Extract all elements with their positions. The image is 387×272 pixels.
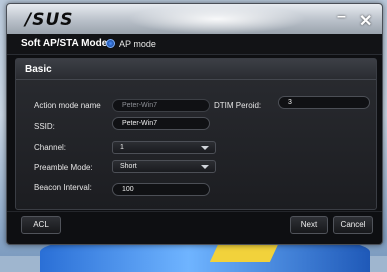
action-mode-label: Action mode name bbox=[34, 101, 101, 110]
channel-label: Channel: bbox=[34, 143, 67, 152]
channel-select[interactable]: 1 bbox=[112, 141, 216, 154]
beacon-interval-field[interactable]: 100 bbox=[112, 183, 210, 196]
asus-utility-window: /SUS – ✕ Soft AP/STA Mode AP mode Basic … bbox=[6, 3, 383, 245]
asus-logo: /SUS bbox=[25, 10, 74, 30]
beacon-interval-label: Beacon Interval: bbox=[34, 183, 92, 192]
chevron-down-icon bbox=[201, 146, 209, 150]
ssid-label: SSID: bbox=[34, 122, 55, 131]
cancel-button[interactable]: Cancel bbox=[333, 216, 373, 234]
dtim-period-field[interactable]: 3 bbox=[278, 96, 370, 109]
dtim-period-label: DTIM Peroid: bbox=[214, 101, 262, 110]
ssid-field[interactable]: Peter-Win7 bbox=[112, 117, 210, 130]
panel-title: Basic bbox=[25, 64, 52, 75]
channel-value: 1 bbox=[120, 144, 124, 151]
close-button[interactable]: ✕ bbox=[359, 11, 372, 31]
chevron-down-icon bbox=[201, 165, 209, 169]
basic-settings-panel: Basic Action mode name Peter-Win7 DTIM P… bbox=[15, 58, 377, 210]
title-bar[interactable]: /SUS – ✕ bbox=[7, 4, 382, 34]
minimize-button[interactable]: – bbox=[337, 8, 346, 26]
mode-bar: Soft AP/STA Mode AP mode bbox=[7, 34, 382, 55]
preamble-mode-label: Preamble Mode: bbox=[34, 163, 93, 172]
footer-divider bbox=[7, 211, 382, 212]
panel-header: Basic bbox=[16, 59, 376, 80]
ap-mode-label[interactable]: AP mode bbox=[119, 39, 156, 49]
next-button[interactable]: Next bbox=[290, 216, 328, 234]
title-bar-shine bbox=[127, 4, 307, 34]
action-mode-field: Peter-Win7 bbox=[112, 99, 210, 112]
acl-button[interactable]: ACL bbox=[21, 216, 61, 234]
ap-mode-radio[interactable] bbox=[106, 39, 115, 48]
preamble-mode-select[interactable]: Short bbox=[112, 160, 216, 173]
preamble-mode-value: Short bbox=[120, 163, 137, 170]
mode-title: Soft AP/STA Mode bbox=[21, 38, 108, 49]
